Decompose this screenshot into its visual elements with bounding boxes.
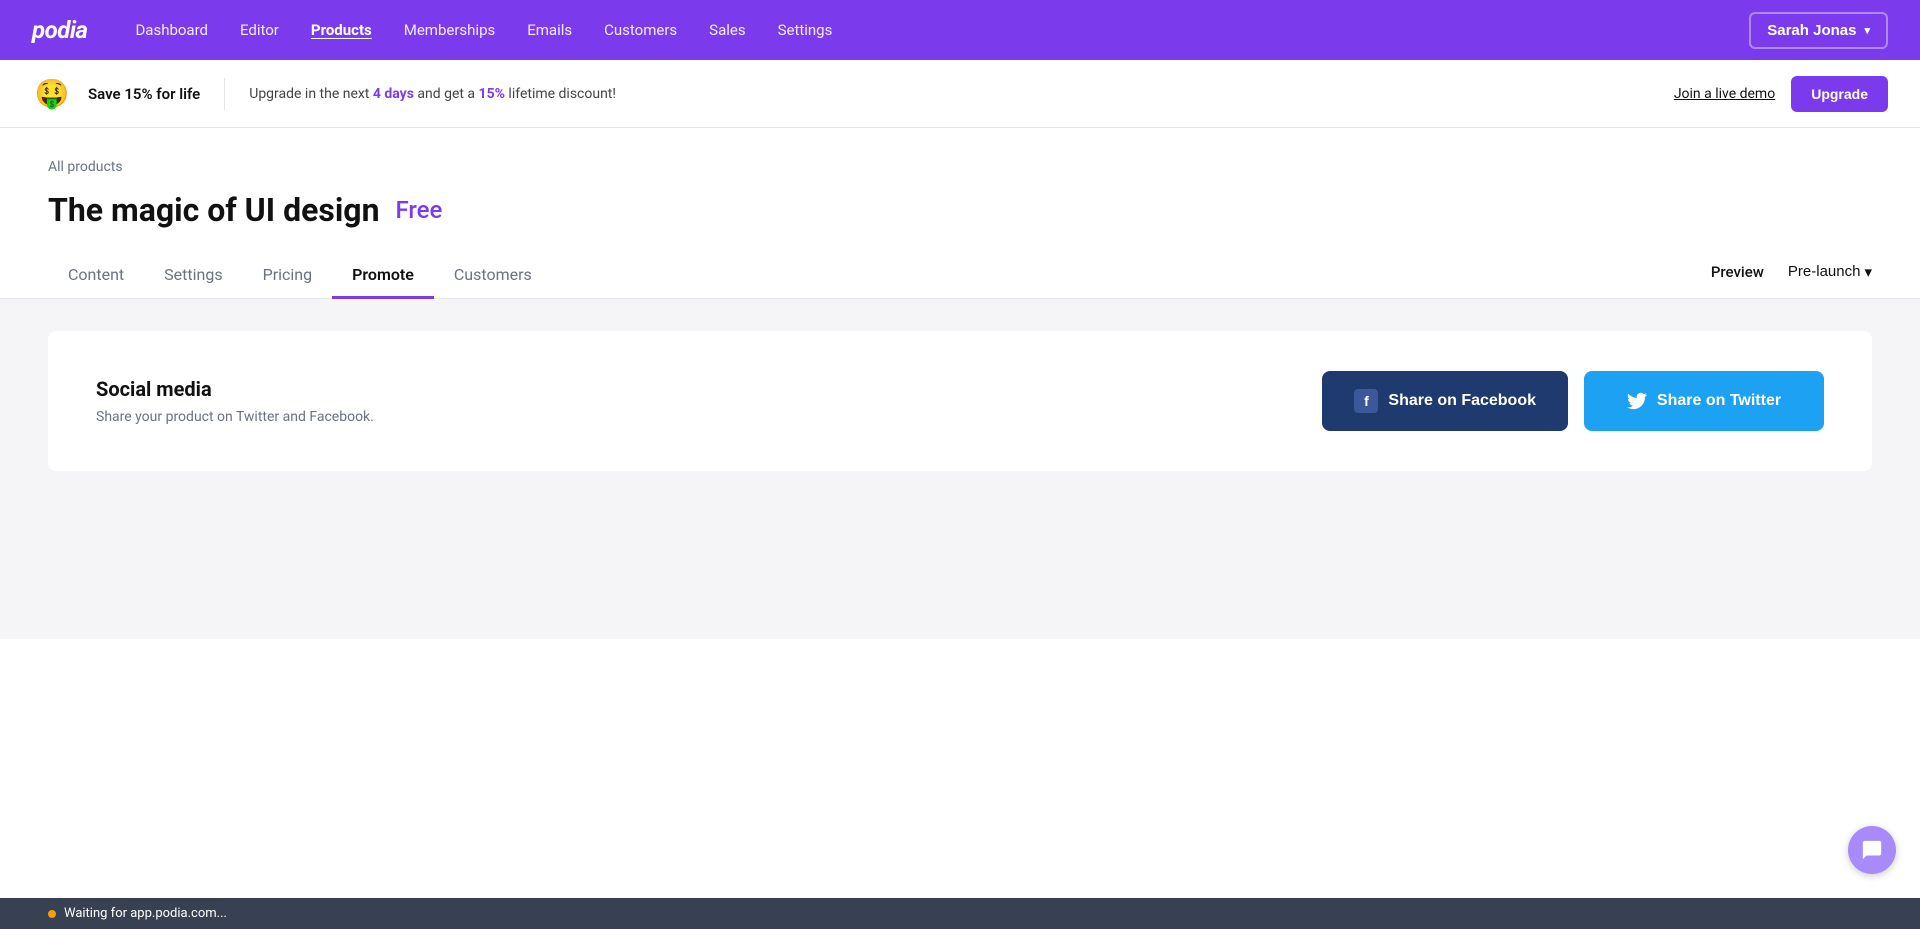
breadcrumb-area: All products (0, 128, 1920, 175)
page-title: The magic of UI design (48, 191, 380, 229)
share-twitter-button[interactable]: Share on Twitter (1584, 371, 1824, 431)
share-facebook-button[interactable]: f Share on Facebook (1322, 371, 1568, 431)
social-card-text: Social media Share your product on Twitt… (96, 377, 1282, 425)
twitter-icon (1627, 391, 1647, 411)
nav-customers[interactable]: Customers (604, 21, 677, 39)
status-text: Waiting for app.podia.com... (64, 906, 227, 921)
nav-sales[interactable]: Sales (709, 21, 745, 39)
nav-settings[interactable]: Settings (778, 21, 833, 39)
user-name: Sarah Jonas (1767, 22, 1856, 39)
banner-divider (224, 78, 225, 110)
nav-products[interactable]: Products (311, 21, 372, 39)
social-card-title: Social media (96, 377, 1282, 401)
tab-content[interactable]: Content (48, 253, 144, 299)
top-navigation: podia Dashboard Editor Products Membersh… (0, 0, 1920, 60)
nav-memberships[interactable]: Memberships (404, 21, 495, 39)
upgrade-banner: 🤑 Save 15% for life Upgrade in the next … (0, 60, 1920, 128)
tabs-left: Content Settings Pricing Promote Custome… (48, 253, 1711, 298)
nav-links: Dashboard Editor Products Memberships Em… (135, 21, 1749, 39)
promote-content: Social media Share your product on Twitt… (0, 299, 1920, 639)
logo[interactable]: podia (32, 16, 87, 44)
social-card-subtitle: Share your product on Twitter and Facebo… (96, 409, 1282, 425)
page-content: All products The magic of UI design Free… (0, 128, 1920, 898)
banner-main-text: Save 15% for life (88, 85, 200, 103)
prelaunch-button[interactable]: Pre-launch ▾ (1788, 263, 1872, 281)
user-chevron: ▾ (1864, 24, 1870, 37)
facebook-btn-label: Share on Facebook (1388, 392, 1536, 410)
tabs-right: Preview Pre-launch ▾ (1711, 263, 1872, 289)
tab-promote[interactable]: Promote (332, 253, 434, 299)
twitter-btn-label: Share on Twitter (1657, 392, 1781, 410)
demo-link[interactable]: Join a live demo (1674, 86, 1775, 102)
chat-bubble[interactable] (1848, 826, 1896, 874)
breadcrumb[interactable]: All products (48, 159, 123, 175)
nav-dashboard[interactable]: Dashboard (135, 21, 208, 39)
tab-pricing[interactable]: Pricing (243, 253, 333, 299)
banner-icon: 🤑 (32, 74, 72, 114)
page-title-area: The magic of UI design Free (0, 175, 1920, 229)
chat-icon (1861, 839, 1883, 861)
tab-customers[interactable]: Customers (434, 253, 552, 299)
user-menu: Sarah Jonas ▾ (1749, 12, 1888, 49)
upgrade-button[interactable]: Upgrade (1791, 76, 1888, 112)
status-dot (48, 910, 56, 918)
user-button[interactable]: Sarah Jonas ▾ (1749, 12, 1888, 49)
tab-settings[interactable]: Settings (144, 253, 242, 299)
tabs-row: Content Settings Pricing Promote Custome… (0, 229, 1920, 299)
banner-sub-text: Upgrade in the next 4 days and get a 15%… (249, 86, 616, 102)
nav-editor[interactable]: Editor (240, 21, 279, 39)
free-badge: Free (396, 196, 443, 224)
prelaunch-label: Pre-launch (1788, 263, 1861, 280)
bottom-status-bar: Waiting for app.podia.com... (0, 898, 1920, 929)
facebook-icon: f (1354, 389, 1378, 413)
social-card-actions: f Share on Facebook Share on Twitter (1322, 371, 1824, 431)
preview-link[interactable]: Preview (1711, 263, 1764, 281)
prelaunch-chevron: ▾ (1864, 263, 1872, 281)
nav-emails[interactable]: Emails (527, 21, 572, 39)
social-media-card: Social media Share your product on Twitt… (48, 331, 1872, 471)
banner-actions: Join a live demo Upgrade (1674, 76, 1888, 112)
